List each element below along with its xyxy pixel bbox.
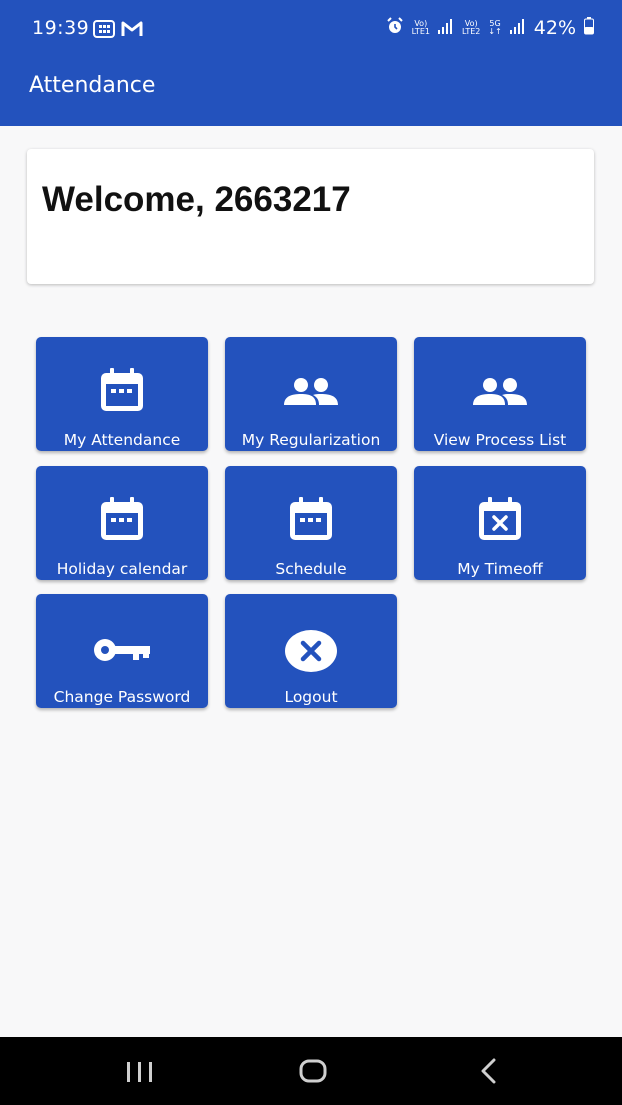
- tile-my-regularization[interactable]: My Regularization: [225, 337, 397, 451]
- battery-percent: 42%: [533, 17, 576, 39]
- back-icon[interactable]: [479, 1058, 497, 1088]
- key-icon: [93, 638, 151, 666]
- tile-logout[interactable]: Logout: [225, 594, 397, 708]
- app-title: Attendance: [29, 73, 156, 98]
- tile-change-password[interactable]: Change Password: [36, 594, 208, 708]
- app-bar: Attendance: [0, 60, 622, 126]
- gmail-icon: [121, 21, 143, 41]
- close-circle-icon: [285, 630, 337, 676]
- signal-2-icon: [509, 18, 526, 38]
- tile-view-process-list[interactable]: View Process List: [414, 337, 586, 451]
- battery-icon: [584, 17, 594, 39]
- tile-label: Holiday calendar: [56, 560, 188, 578]
- alarm-icon: [386, 17, 404, 39]
- status-time: 19:39: [32, 17, 90, 39]
- calendar-grid-icon: [93, 20, 115, 42]
- tile-my-timeoff[interactable]: My Timeoff: [414, 466, 586, 580]
- signal-icon: [437, 18, 454, 38]
- tile-holiday-calendar[interactable]: Holiday calendar: [36, 466, 208, 580]
- calendar-icon: [98, 367, 146, 417]
- tile-label: Change Password: [53, 688, 191, 706]
- welcome-text: Welcome, 2663217: [42, 180, 351, 219]
- network-5g-icon: 5G ↓↑: [488, 19, 502, 36]
- system-nav-bar: [0, 1037, 622, 1105]
- volte-1-icon: Vo) LTE1: [411, 19, 430, 36]
- people-icon: [282, 377, 340, 411]
- tile-label: Logout: [284, 688, 338, 706]
- status-bar: 19:39 Vo) LTE1 Vo) LTE2 5G ↓↑ 42%: [0, 0, 622, 60]
- welcome-card: Welcome, 2663217: [27, 149, 594, 284]
- home-icon[interactable]: [299, 1059, 327, 1087]
- tile-schedule[interactable]: Schedule: [225, 466, 397, 580]
- tile-label: View Process List: [433, 431, 567, 449]
- tile-label: My Timeoff: [457, 560, 543, 578]
- tile-label: Schedule: [275, 560, 347, 578]
- volte-2-icon: Vo) LTE2: [461, 19, 481, 36]
- tile-label: My Attendance: [63, 431, 181, 449]
- calendar-icon: [98, 496, 146, 546]
- calendar-x-icon: [476, 496, 524, 546]
- recents-icon[interactable]: [126, 1061, 154, 1087]
- calendar-icon: [287, 496, 335, 546]
- tile-label: My Regularization: [241, 431, 381, 449]
- people-icon: [471, 377, 529, 411]
- tile-my-attendance[interactable]: My Attendance: [36, 337, 208, 451]
